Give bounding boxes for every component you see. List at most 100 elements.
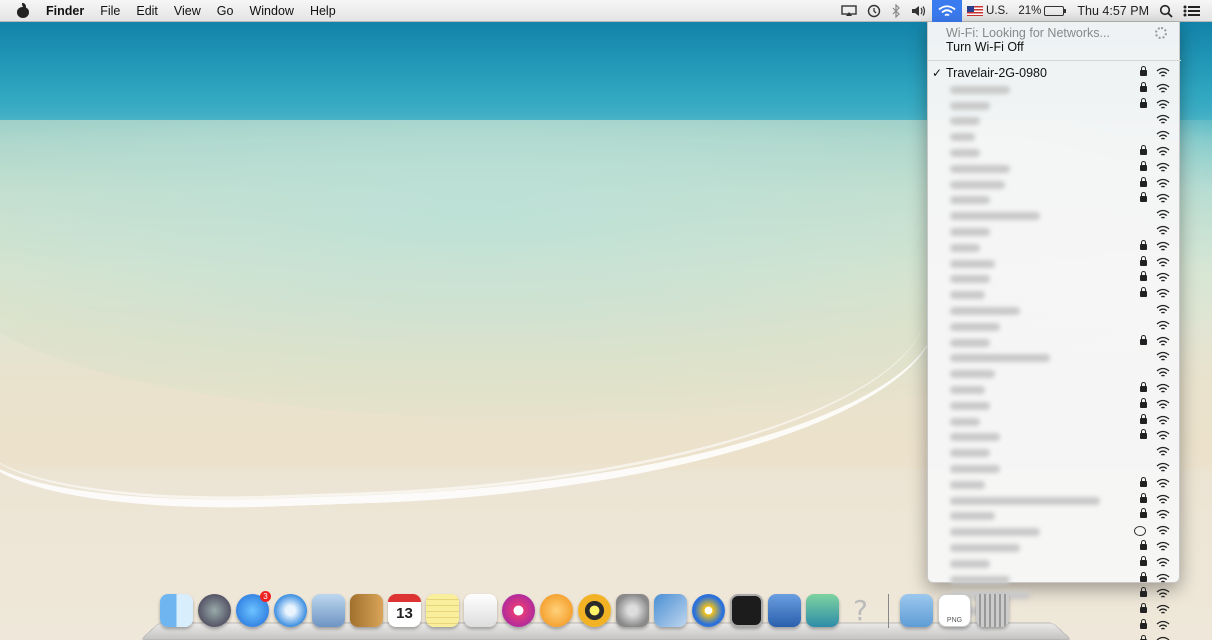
mail-icon[interactable]: [312, 594, 345, 627]
network-row[interactable]: [928, 476, 1181, 493]
notification-center-icon[interactable]: [1178, 0, 1206, 22]
xcode-icon[interactable]: [654, 594, 687, 627]
app-store-icon[interactable]: 3: [236, 591, 271, 627]
network-row[interactable]: [928, 271, 1181, 287]
network-row[interactable]: [928, 81, 1181, 98]
finder-icon[interactable]: [160, 594, 193, 627]
network-row[interactable]: [928, 208, 1181, 224]
lock-icon: [1140, 618, 1147, 629]
menu-file[interactable]: File: [92, 0, 128, 22]
calendar-icon[interactable]: 13: [388, 594, 421, 627]
safari-icon[interactable]: [274, 594, 307, 627]
network-row[interactable]: [928, 97, 1181, 114]
airplay-icon[interactable]: [836, 0, 862, 22]
network-row[interactable]: [928, 524, 1181, 540]
contacts-icon[interactable]: [350, 594, 383, 627]
lock-icon: [1140, 397, 1147, 408]
network-row[interactable]: [928, 287, 1181, 303]
redacted-network-name: [950, 354, 1050, 363]
network-row[interactable]: [928, 397, 1181, 414]
battery-menu[interactable]: 21%: [1013, 0, 1072, 22]
wifi-signal-icon: [1156, 99, 1170, 111]
network-row[interactable]: [928, 508, 1181, 524]
network-row[interactable]: [928, 413, 1181, 430]
network-row[interactable]: [928, 381, 1181, 398]
wifi-signal-icon: [1156, 383, 1170, 395]
network-row[interactable]: [928, 350, 1181, 366]
volume-icon[interactable]: [906, 0, 932, 22]
wifi-signal-icon: [1156, 209, 1170, 221]
network-row[interactable]: [928, 319, 1181, 335]
redacted-network-name: [950, 433, 1000, 442]
network-row[interactable]: [928, 129, 1181, 145]
redacted-network-name: [950, 575, 1010, 584]
turn-wifi-off-item[interactable]: Turn Wi-Fi Off: [946, 40, 1024, 54]
ibooks-icon[interactable]: [540, 594, 573, 627]
network-row[interactable]: [928, 113, 1181, 129]
menu-window[interactable]: Window: [241, 0, 301, 22]
wifi-signal-icon: [1156, 478, 1170, 490]
network-row[interactable]: [928, 461, 1181, 477]
apple-menu-icon[interactable]: [16, 3, 30, 18]
redacted-network-name: [950, 180, 1005, 189]
network-row[interactable]: [928, 492, 1181, 509]
downloads-folder-icon[interactable]: [900, 594, 933, 627]
notes-icon[interactable]: [426, 594, 459, 627]
menu-help[interactable]: Help: [302, 0, 344, 22]
dock-separator: [888, 594, 889, 628]
redacted-network-name: [950, 528, 1040, 537]
lock-icon: [1140, 492, 1147, 503]
redacted-network-name: [950, 306, 1020, 315]
terminal-icon[interactable]: [730, 594, 763, 627]
network-row[interactable]: [928, 334, 1181, 351]
help-icon[interactable]: ?: [844, 594, 877, 627]
network-row[interactable]: [928, 239, 1181, 256]
network-row[interactable]: [928, 176, 1181, 193]
redacted-network-name: [950, 417, 980, 426]
network-row[interactable]: [928, 144, 1181, 161]
network-row[interactable]: [928, 445, 1181, 461]
spotlight-search-icon[interactable]: [1154, 0, 1178, 22]
automator-icon[interactable]: [768, 594, 801, 627]
wifi-signal-icon: [1156, 367, 1170, 379]
time-machine-icon[interactable]: [862, 0, 886, 22]
network-row[interactable]: ✓ Travelair-2G-0980: [928, 66, 1181, 82]
network-row[interactable]: [928, 160, 1181, 177]
calendar-date: 13: [396, 605, 413, 622]
wifi-menu-icon[interactable]: [932, 0, 963, 22]
personal-hotspot-icon: [1134, 526, 1146, 537]
menu-app-name[interactable]: Finder: [38, 0, 92, 22]
bluetooth-icon[interactable]: [886, 0, 906, 22]
network-row[interactable]: [928, 303, 1181, 319]
network-row[interactable]: [928, 224, 1181, 240]
menu-view[interactable]: View: [166, 0, 209, 22]
wunderlist-icon[interactable]: [692, 594, 725, 627]
wifi-signal-icon: [1156, 557, 1170, 569]
menu-go[interactable]: Go: [209, 0, 242, 22]
preview-icon[interactable]: [806, 594, 839, 627]
burn-icon[interactable]: [578, 594, 611, 627]
network-row[interactable]: [928, 255, 1181, 272]
itunes-icon[interactable]: [502, 594, 535, 627]
menu-edit[interactable]: Edit: [128, 0, 166, 22]
system-preferences-icon[interactable]: [616, 594, 649, 627]
network-row[interactable]: [928, 366, 1181, 382]
network-row[interactable]: [928, 429, 1181, 445]
network-row[interactable]: [928, 571, 1181, 588]
input-source-label: U.S.: [986, 5, 1009, 17]
network-row[interactable]: [928, 539, 1181, 556]
png-document-icon[interactable]: PNG: [938, 594, 971, 627]
network-row[interactable]: [928, 555, 1181, 572]
network-row[interactable]: [928, 192, 1181, 208]
dock-icons: 3 13 ? PNG: [160, 591, 1009, 628]
input-source-menu[interactable]: U.S.: [962, 0, 1013, 22]
lock-icon: [1140, 555, 1147, 566]
reminders-icon[interactable]: [464, 594, 497, 627]
wifi-signal-icon: [1156, 541, 1170, 553]
trash-icon[interactable]: [976, 594, 1009, 627]
lock-icon: [1140, 413, 1147, 424]
clock[interactable]: Thu 4:57 PM: [1072, 0, 1154, 22]
wifi-signal-icon: [1156, 494, 1170, 506]
wifi-signal-icon: [1156, 114, 1170, 126]
launchpad-icon[interactable]: [198, 594, 231, 627]
